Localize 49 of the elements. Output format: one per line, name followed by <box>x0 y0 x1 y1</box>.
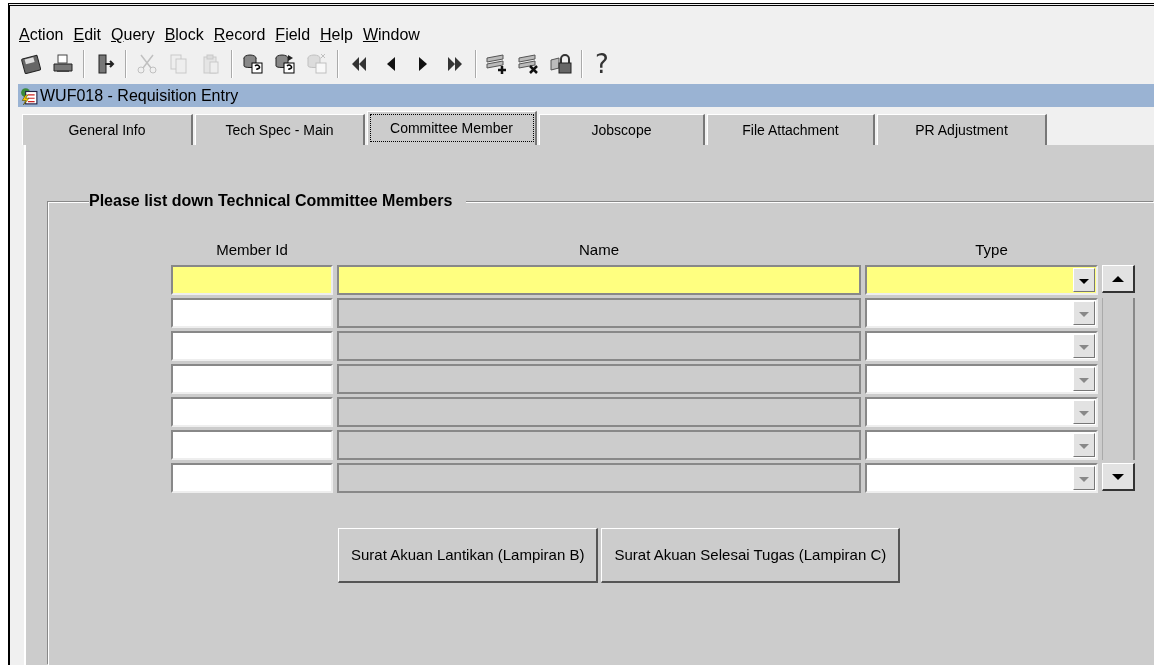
input-field[interactable] <box>171 331 333 361</box>
push-button[interactable]: Surat Akuan Selesai Tugas (Lampiran C) <box>601 528 901 583</box>
dropdown-field[interactable] <box>865 463 1098 493</box>
column-header: Type <box>974 241 1009 260</box>
input-field[interactable] <box>171 298 333 328</box>
dropdown-field[interactable] <box>865 265 1098 295</box>
menu-item[interactable]: Query <box>111 26 155 49</box>
insert-record-icon[interactable] <box>485 52 509 77</box>
input-field[interactable] <box>337 430 861 460</box>
column-header: Member Id <box>215 241 289 260</box>
dropdown-field[interactable] <box>865 331 1098 361</box>
input-field[interactable] <box>171 430 333 460</box>
scroll-up-button[interactable] <box>1102 265 1135 293</box>
input-field[interactable] <box>337 331 861 361</box>
tab[interactable]: File Attachment <box>707 114 875 145</box>
scroll-down-button[interactable] <box>1102 463 1135 491</box>
padlock-icon[interactable] <box>549 52 573 77</box>
menu-item[interactable]: Block <box>164 26 204 49</box>
menu-item[interactable]: Record <box>213 26 266 49</box>
form-icon <box>20 86 38 105</box>
input-field[interactable] <box>337 298 861 328</box>
window-title: WUF018 - Requisition Entry <box>40 86 239 105</box>
database-query-icon[interactable] <box>241 52 265 77</box>
column-header: Name <box>578 241 620 260</box>
tab[interactable]: Jobscope <box>539 114 705 145</box>
input-field[interactable] <box>337 364 861 394</box>
help-button[interactable]: ? <box>591 50 613 79</box>
tab[interactable]: Tech Spec - Main <box>195 114 365 145</box>
dropdown-field[interactable] <box>865 397 1098 427</box>
input-field[interactable] <box>171 364 333 394</box>
database-run-icon[interactable] <box>273 52 297 77</box>
input-field[interactable] <box>171 463 333 493</box>
menu-item[interactable]: Help <box>320 26 353 49</box>
tab[interactable]: PR Adjustment <box>877 114 1047 145</box>
input-field[interactable] <box>337 463 861 493</box>
input-field[interactable] <box>337 265 861 295</box>
tab[interactable]: Committee Member <box>367 111 537 145</box>
menu-item[interactable]: Edit <box>73 26 102 49</box>
menu-item[interactable]: Field <box>275 26 311 49</box>
dropdown-field[interactable] <box>865 430 1098 460</box>
dropdown-field[interactable] <box>865 364 1098 394</box>
input-field[interactable] <box>171 265 333 295</box>
menu-item[interactable]: Action <box>19 26 64 49</box>
input-field[interactable] <box>171 397 333 427</box>
input-field[interactable] <box>337 397 861 427</box>
tab[interactable]: General Info <box>22 114 193 145</box>
dropdown-field[interactable] <box>865 298 1098 328</box>
menu-item[interactable]: Window <box>362 26 420 49</box>
push-button[interactable]: Surat Akuan Lantikan (Lampiran B) <box>338 528 599 583</box>
